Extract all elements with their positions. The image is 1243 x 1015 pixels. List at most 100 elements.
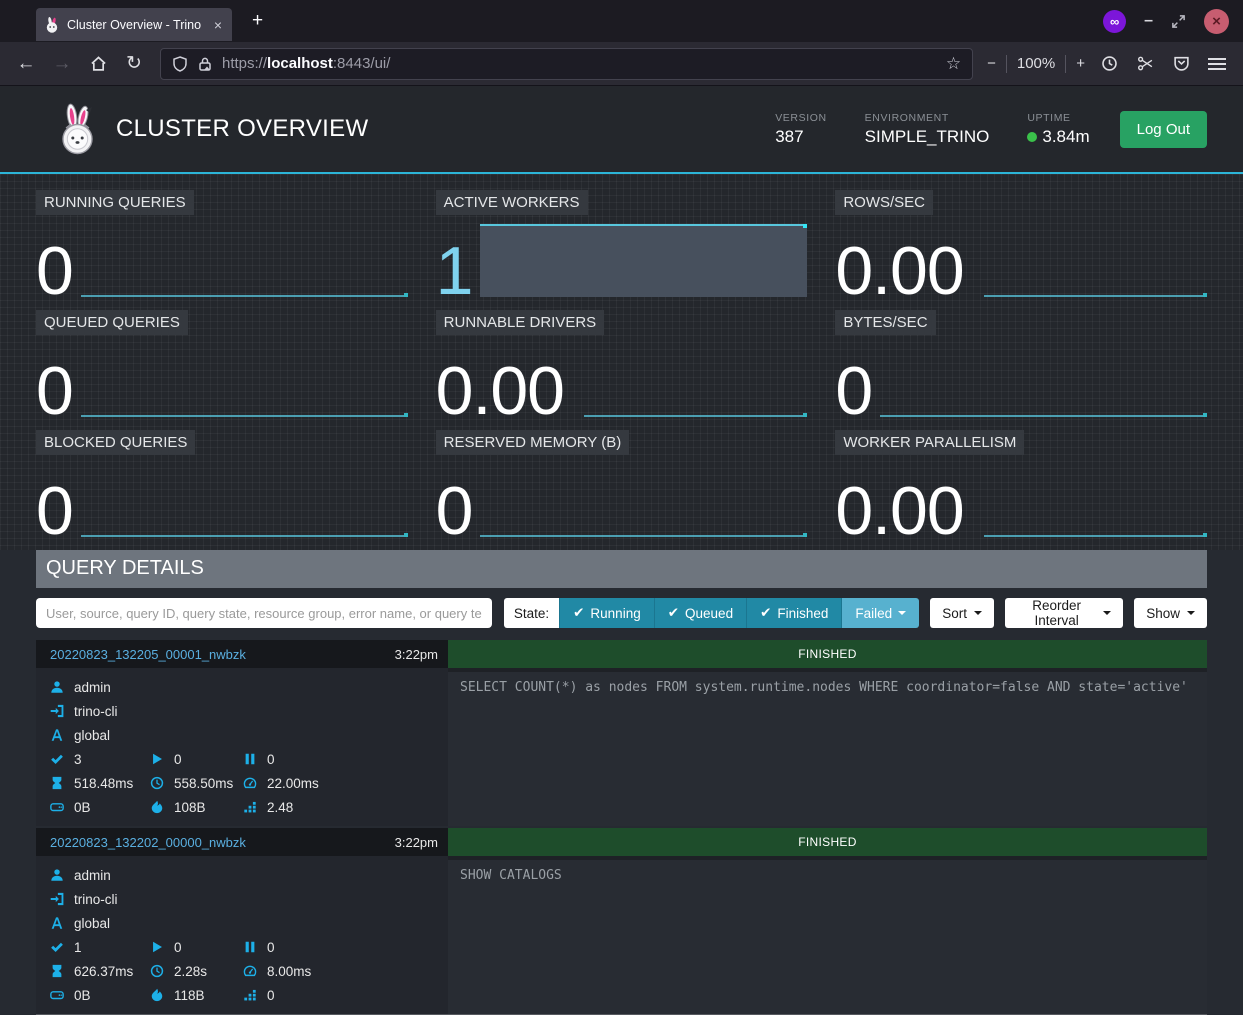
url-host: localhost (267, 55, 333, 72)
private-browsing-icon: ∞ (1103, 10, 1126, 33)
page-title: CLUSTER OVERVIEW (116, 115, 368, 143)
browser-navbar: ← → ↻ https://localhost:8443/ui/ ☆ − 100… (0, 42, 1243, 86)
completed-splits-check-icon (50, 940, 64, 954)
forward-button[interactable]: → (46, 48, 78, 80)
stat-panel-value: 0.00 (436, 357, 564, 425)
home-icon (90, 55, 107, 72)
stat-panel-bytes-sec: BYTES/SEC 0 (835, 310, 1207, 417)
source-sign-in-icon (50, 704, 64, 718)
clock-icon (150, 964, 164, 978)
query-user: admin (50, 863, 448, 887)
cluster-info: VERSION 387 ENVIRONMENT SIMPLE_TRINO UPT… (775, 112, 1089, 147)
minimize-button[interactable]: – (1144, 12, 1153, 30)
filter-queued-button[interactable]: ✔ Queued (654, 598, 746, 628)
cumulative-memory: 0 (243, 988, 448, 1003)
url-path: :8443/ui/ (333, 55, 391, 72)
queued-splits: 0 (243, 940, 448, 955)
stat-panel-value: 0 (835, 357, 872, 425)
completed-splits: 3 (50, 752, 150, 767)
version-info: VERSION 387 (775, 112, 826, 147)
query-id-link[interactable]: 20220823_132202_00000_nwbzk (50, 835, 246, 850)
menu-button[interactable] (1201, 48, 1233, 80)
sparkline (81, 535, 408, 537)
query-row-header: 20220823_132202_00000_nwbzk 3:22pm (36, 828, 448, 856)
filter-label: Queued (685, 606, 733, 621)
completed-splits: 1 (50, 940, 150, 955)
lock-warning-icon[interactable] (197, 56, 213, 72)
stat-panel-running-queries: RUNNING QUERIES 0 (36, 190, 408, 297)
stat-panel-label: RUNNABLE DRIVERS (436, 310, 605, 335)
running-splits-play-icon (150, 752, 164, 766)
stat-panel-label: BYTES/SEC (835, 310, 935, 335)
check-icon: ✔ (760, 605, 771, 621)
state-filter-group: State: ✔ Running ✔ Queued ✔ Finished Fai… (504, 598, 919, 628)
filter-failed-dropdown[interactable]: Failed (841, 598, 919, 628)
stat-panel-label: BLOCKED QUERIES (36, 430, 195, 455)
stat-panel-active-workers: ACTIVE WORKERS 1 (436, 190, 808, 297)
sparkline (880, 415, 1207, 417)
query-times-row: 626.37ms 2.28s 8.00ms (50, 959, 448, 983)
queued-splits-pause-icon (243, 940, 257, 954)
stat-panel-grid: RUNNING QUERIES 0 ACTIVE WORKERS 1 ROWS/… (36, 190, 1207, 537)
maximize-button[interactable] (1171, 14, 1186, 29)
peak-memory-value: 118B (174, 988, 205, 1003)
pocket-button[interactable] (1165, 48, 1197, 80)
query-list: 20220823_132205_00001_nwbzk 3:22pm FINIS… (36, 640, 1207, 1015)
reorder-interval-dropdown[interactable]: Reorder Interval (1005, 598, 1123, 628)
show-dropdown[interactable]: Show (1134, 598, 1207, 628)
filter-finished-button[interactable]: ✔ Finished (746, 598, 841, 628)
query-source: trino-cli (50, 887, 448, 911)
new-tab-button[interactable]: + (246, 10, 269, 32)
clock-icon (150, 776, 164, 790)
stat-panel-runnable-drivers: RUNNABLE DRIVERS 0.00 (436, 310, 808, 417)
version-value: 387 (775, 127, 826, 147)
cpu-time: 22.00ms (243, 776, 448, 791)
back-button[interactable]: ← (10, 48, 42, 80)
query-source-value: trino-cli (74, 892, 118, 907)
query-user: admin (50, 675, 448, 699)
browser-tab[interactable]: Cluster Overview - Trino × (36, 8, 232, 41)
completed-splits-check-icon (50, 752, 64, 766)
close-window-button[interactable]: × (1204, 9, 1229, 34)
zoom-level[interactable]: 100% (1017, 55, 1055, 72)
sort-dropdown[interactable]: Sort (930, 598, 994, 628)
query-row: 20220823_132202_00000_nwbzk 3:22pm FINIS… (36, 828, 1207, 1015)
running-splits: 0 (150, 940, 243, 955)
wall-time-value: 626.37ms (74, 964, 133, 979)
environment-label: ENVIRONMENT (865, 112, 990, 124)
url-bar[interactable]: https://localhost:8443/ui/ ☆ (160, 48, 973, 80)
shield-icon[interactable] (172, 56, 188, 72)
tab-close-icon[interactable]: × (212, 17, 224, 33)
chevron-down-icon (974, 611, 982, 619)
running-splits-value: 0 (174, 940, 182, 955)
reload-button[interactable]: ↻ (118, 48, 150, 80)
zoom-out-button[interactable]: − (987, 55, 996, 72)
current-memory-value: 0B (74, 800, 91, 815)
current-memory: 0B (50, 800, 150, 815)
logout-button[interactable]: Log Out (1120, 111, 1207, 148)
total-time-value: 558.50ms (174, 776, 233, 791)
query-source: trino-cli (50, 699, 448, 723)
state-label: State: (504, 598, 559, 628)
current-memory: 0B (50, 988, 150, 1003)
stat-panel-value: 0 (436, 477, 473, 545)
zoom-in-button[interactable]: + (1076, 55, 1085, 72)
stat-panel-value: 0 (36, 477, 73, 545)
stat-panel-label: ROWS/SEC (835, 190, 933, 215)
reorder-interval-label: Reorder Interval (1017, 598, 1096, 628)
screenshot-button[interactable] (1129, 48, 1161, 80)
url-text: https://localhost:8443/ui/ (222, 55, 390, 72)
bar-chart-icon (243, 800, 257, 814)
history-button[interactable] (1093, 48, 1125, 80)
query-id-link[interactable]: 20220823_132205_00001_nwbzk (50, 647, 246, 662)
home-button[interactable] (82, 48, 114, 80)
stat-panel-rows-sec: ROWS/SEC 0.00 (835, 190, 1207, 297)
query-memory-row: 0B 108B 2.48 (50, 795, 448, 819)
filter-running-button[interactable]: ✔ Running (559, 598, 654, 628)
query-search-input[interactable] (36, 598, 492, 628)
total-time: 2.28s (150, 964, 243, 979)
query-stats: admin trino-cli global 3 0 0 518.48ms 55… (36, 668, 448, 826)
source-sign-in-icon (50, 892, 64, 906)
bookmark-star-icon[interactable]: ☆ (946, 54, 961, 74)
stat-panel-label: QUEUED QUERIES (36, 310, 188, 335)
